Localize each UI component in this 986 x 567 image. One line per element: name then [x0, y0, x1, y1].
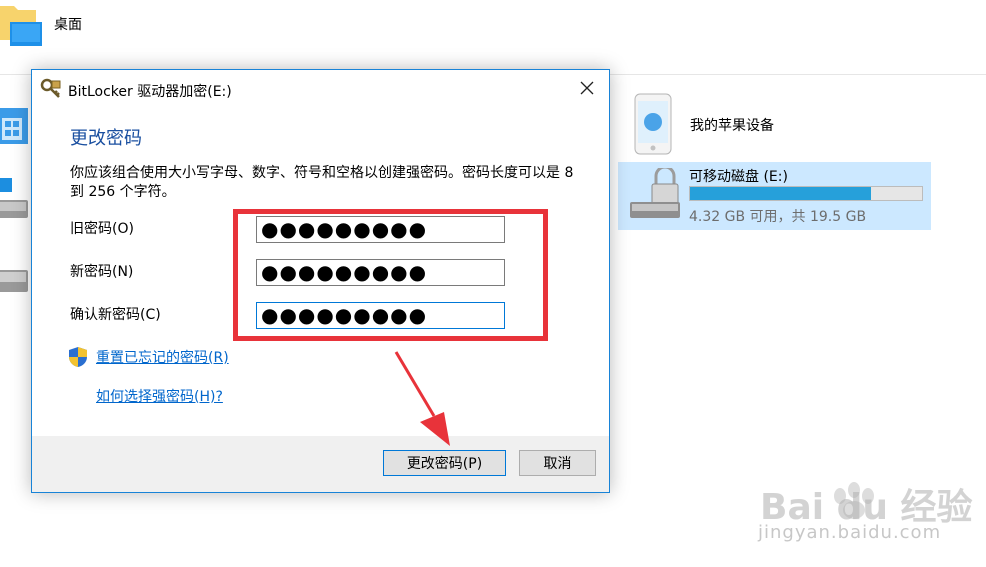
strong-password-help-link[interactable]: 如何选择强密码(H)?	[96, 386, 223, 406]
annotation-highlight-box	[233, 209, 548, 341]
new-password-label: 新密码(N)	[70, 264, 134, 280]
local-drive-icon[interactable]	[0, 262, 34, 298]
desktop-folder-icon[interactable]	[0, 0, 44, 50]
drive-usage-bar	[689, 186, 923, 201]
videos-folder-icon[interactable]	[0, 104, 34, 148]
bitlocker-key-icon	[40, 78, 61, 98]
close-button[interactable]	[565, 70, 609, 106]
annotation-arrow-icon	[394, 351, 450, 446]
reset-password-link[interactable]: 重置已忘记的密码(R)	[96, 347, 229, 367]
watermark-url: jingyan.baidu.com	[758, 522, 942, 543]
password-description: 你应该组合使用大小写字母、数字、符号和空格以创建强密码。密码长度可以是 8 到 …	[70, 165, 574, 200]
desktop-label[interactable]: 桌面	[54, 14, 82, 34]
removable-drive-tile[interactable]: 可移动磁盘 (E:) 4.32 GB 可用，共 19.5 GB	[618, 162, 931, 230]
drive-usage-fill	[690, 187, 871, 200]
confirm-password-label: 确认新密码(C)	[70, 307, 161, 323]
dialog-title: BitLocker 驱动器加密(E:)	[68, 84, 232, 100]
apple-device-label[interactable]: 我的苹果设备	[690, 115, 774, 135]
locked-drive-icon	[630, 168, 680, 218]
page-title: 更改密码	[70, 128, 142, 149]
drive-name: 可移动磁盘 (E:)	[689, 169, 788, 185]
system-drive-icon[interactable]	[0, 176, 34, 224]
dialog-footer: 更改密码(P) 取消	[32, 436, 609, 492]
uac-shield-icon	[69, 347, 87, 367]
change-password-button[interactable]: 更改密码(P)	[383, 450, 506, 476]
close-icon	[580, 81, 594, 95]
cancel-button[interactable]: 取消	[519, 450, 596, 476]
drive-free-space: 4.32 GB 可用，共 19.5 GB	[689, 209, 867, 225]
title-bar[interactable]: BitLocker 驱动器加密(E:)	[32, 70, 609, 108]
old-password-label: 旧密码(O)	[70, 221, 134, 237]
iphone-icon[interactable]	[634, 93, 672, 155]
